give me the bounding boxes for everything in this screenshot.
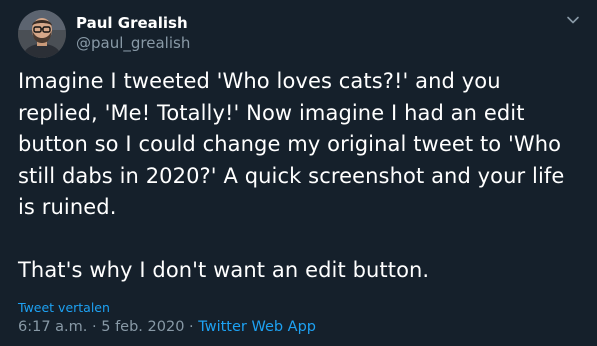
tweet-date[interactable]: 5 feb. 2020 <box>101 319 184 335</box>
tweet-card: Paul Grealish @paul_grealish Imagine I t… <box>0 0 597 346</box>
author-handle[interactable]: @paul_grealish <box>76 33 190 53</box>
tweet-text: Imagine I tweeted 'Who loves cats?!' and… <box>18 69 565 282</box>
more-options-button[interactable] <box>563 10 583 30</box>
author-display-name[interactable]: Paul Grealish <box>76 13 190 33</box>
avatar-photo-icon <box>18 10 66 58</box>
tweet-time[interactable]: 6:17 a.m. <box>18 319 87 335</box>
tweet-meta: 6:17 a.m. · 5 feb. 2020 · Twitter Web Ap… <box>18 317 316 337</box>
tweet-source-link[interactable]: Twitter Web App <box>198 319 316 335</box>
author-block: Paul Grealish @paul_grealish <box>76 13 190 53</box>
meta-separator: · <box>184 319 199 335</box>
translate-tweet-link[interactable]: Tweet vertalen <box>18 300 110 316</box>
chevron-down-icon <box>567 16 579 24</box>
meta-separator: · <box>87 319 102 335</box>
avatar[interactable] <box>18 10 66 58</box>
